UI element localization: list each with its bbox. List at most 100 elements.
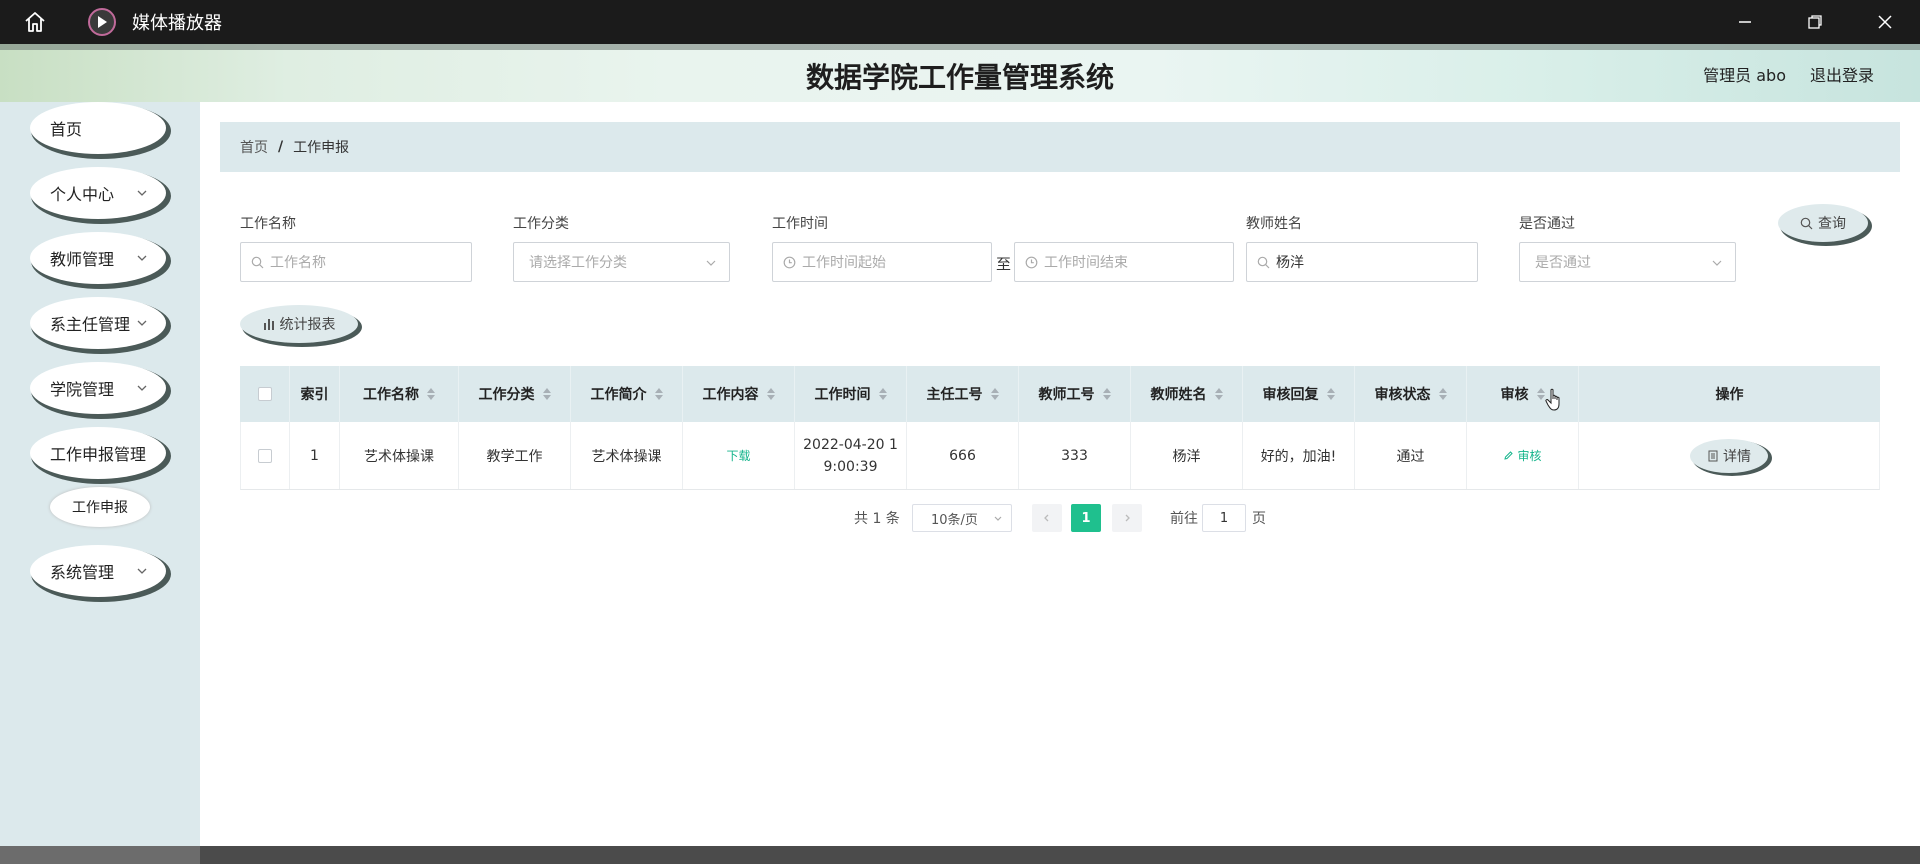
close-icon [1878,15,1892,29]
bottom-bar [0,846,1920,864]
sidebar-subitem-work-declaration[interactable]: 工作申报 [50,487,150,527]
chevron-down-icon [137,385,147,391]
prev-page-button[interactable] [1032,504,1062,532]
sort-icon[interactable] [542,388,551,400]
detail-button[interactable]: 详情 [1690,438,1768,473]
sidebar-item-label: 个人中心 [50,185,115,204]
work-category-select[interactable]: 请选择工作分类 [513,242,730,282]
sort-icon[interactable] [1438,388,1447,400]
sidebar-item-system-management[interactable]: 系统管理 [30,545,166,597]
chevron-left-icon [1044,514,1049,522]
chevron-down-icon [137,568,147,574]
table-row: 1 艺术体操课 教学工作 艺术体操课 下载 2022-04-20 1 9:00:… [240,422,1880,490]
statistics-report-button[interactable]: 统计报表 [240,305,358,343]
breadcrumb-separator: / [278,139,284,155]
header-actions: 操作 [1715,387,1744,403]
table-header: 索引 工作名称 工作分类 工作简介 工作内容 工作时间 主任工号 教师工号 教师… [240,366,1880,422]
sort-icon[interactable] [990,388,999,400]
minimize-button[interactable] [1710,0,1780,44]
search-icon [1257,256,1270,268]
work-time-start-input[interactable]: 工作时间起始 [772,242,992,282]
restore-button[interactable] [1780,0,1850,44]
header-audit-status[interactable]: 审核状态 [1355,366,1467,422]
header-audit-reply[interactable]: 审核回复 [1243,366,1355,422]
page-number-current[interactable]: 1 [1071,504,1101,532]
work-name-label: 工作名称 [240,216,296,232]
work-name-placeholder: 工作名称 [270,255,326,271]
sidebar-item-teacher-management[interactable]: 教师管理 [30,232,166,284]
sidebar-item-personal-center[interactable]: 个人中心 [30,167,166,219]
header-work-content[interactable]: 工作内容 [683,366,795,422]
header-teacher-id[interactable]: 教师工号 [1019,366,1131,422]
sort-icon[interactable] [427,388,435,400]
goto-prefix: 前往 [1170,511,1198,527]
next-page-button[interactable] [1112,504,1142,532]
header-teacher-name[interactable]: 教师姓名 [1131,366,1243,422]
detail-button-label: 详情 [1723,448,1751,465]
row-select-cell [241,422,290,489]
teacher-name-input[interactable]: 杨洋 [1246,242,1478,282]
header-work-category[interactable]: 工作分类 [459,366,571,422]
page-size-select[interactable]: 10条/页 [912,504,1012,532]
header-work-intro[interactable]: 工作简介 [571,366,683,422]
cell-work-time: 2022-04-20 1 9:00:39 [795,422,907,489]
hand-cursor-icon [1545,388,1560,411]
sidebar-item-home[interactable]: 首页 [30,102,166,154]
cell-work-intro: 艺术体操课 [571,422,683,489]
sort-icon[interactable] [1326,388,1335,400]
work-category-placeholder: 请选择工作分类 [529,255,627,271]
passed-select[interactable]: 是否通过 [1519,242,1736,282]
download-link[interactable]: 下载 [726,447,750,464]
audit-link[interactable]: 审核 [1503,447,1542,464]
select-all-cell [240,366,290,422]
clock-icon [1025,256,1038,268]
logout-link[interactable]: 退出登录 [1810,62,1874,86]
work-time-end-input[interactable]: 工作时间结束 [1014,242,1234,282]
work-time-line2: 9:00:39 [823,458,878,475]
system-title: 数据学院工作量管理系统 [805,61,1114,94]
header-work-name[interactable]: 工作名称 [340,366,459,422]
breadcrumb-current: 工作申报 [293,140,350,156]
sort-icon[interactable] [1536,388,1545,400]
query-button[interactable]: 查询 [1778,204,1868,242]
audit-link-label: 审核 [1517,449,1542,463]
search-icon [1800,217,1813,229]
header-director-id[interactable]: 主任工号 [907,366,1019,422]
sidebar-item-college-management[interactable]: 学院管理 [30,362,166,414]
search-icon [251,256,264,268]
sort-icon[interactable] [654,388,663,400]
cell-director-id: 666 [907,422,1019,489]
sort-icon[interactable] [766,388,775,400]
close-button[interactable] [1850,0,1920,44]
admin-user: 管理员 abo [1703,66,1786,85]
sidebar-item-label: 系统管理 [50,563,115,582]
breadcrumb-home[interactable]: 首页 [240,137,268,157]
chevron-down-icon [994,516,1002,521]
restore-icon [1808,15,1822,29]
cell-audit-status: 通过 [1355,422,1467,489]
chevron-down-icon [137,190,147,196]
window-title: 媒体播放器 [132,13,222,34]
sidebar-item-dept-head-management[interactable]: 系主任管理 [30,297,166,349]
row-checkbox[interactable] [258,448,272,463]
goto-page-input[interactable]: 1 [1202,504,1246,532]
select-all-checkbox[interactable] [257,387,272,401]
sidebar-item-work-declaration-management[interactable]: 工作申报管理 [30,427,166,479]
cell-work-content: 下载 [683,422,795,489]
header-index: 索引 [290,366,340,422]
work-name-input[interactable]: 工作名称 [240,242,472,282]
home-button[interactable] [0,0,70,44]
edit-icon [1504,451,1514,460]
cell-audit-reply: 好的，加油! [1243,422,1355,489]
header-work-time[interactable]: 工作时间 [795,366,907,422]
sort-icon[interactable] [1214,388,1223,400]
chevron-down-icon [1712,260,1722,266]
cell-teacher-name: 杨洋 [1131,422,1243,489]
media-player-icon [88,8,116,36]
query-button-label: 查询 [1818,216,1846,232]
window-titlebar: 媒体播放器 [0,0,1920,44]
passed-label: 是否通过 [1519,216,1575,232]
sort-icon[interactable] [1102,388,1111,400]
sort-icon[interactable] [878,388,887,400]
breadcrumb: 首页 / 工作申报 [220,122,1900,172]
